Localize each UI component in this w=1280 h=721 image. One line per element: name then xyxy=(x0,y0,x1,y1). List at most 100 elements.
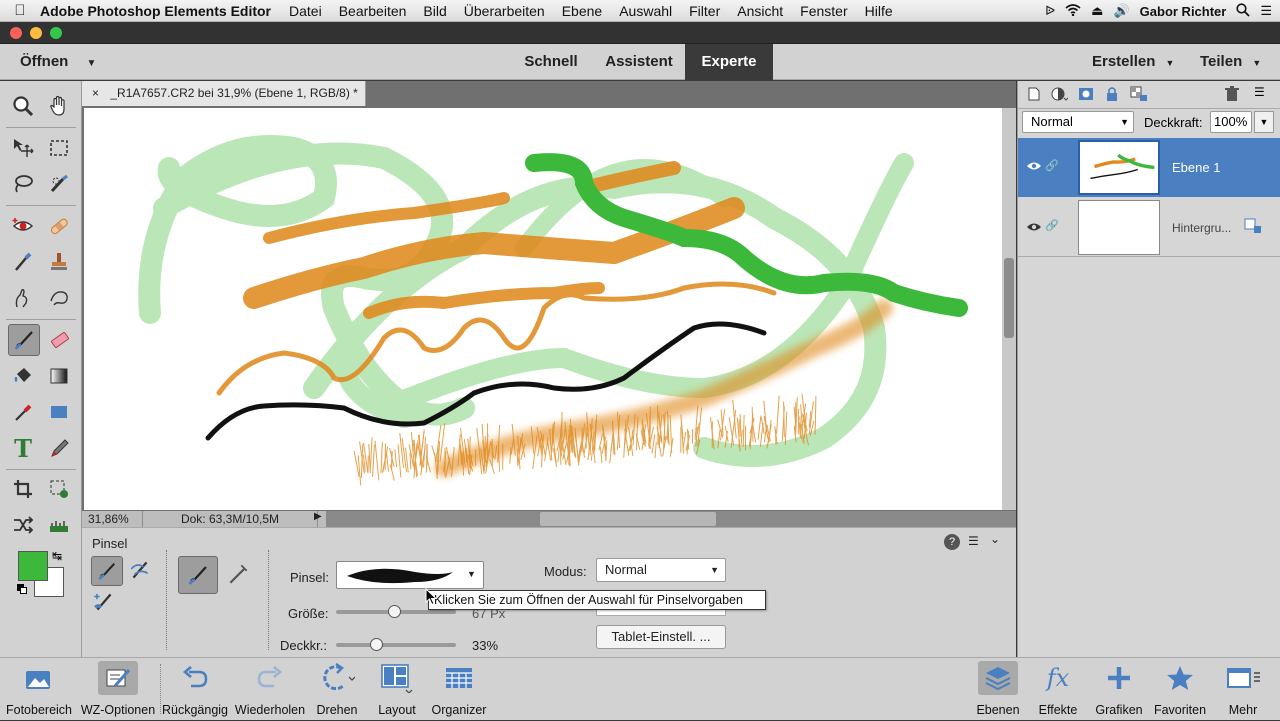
gradient-tool[interactable] xyxy=(44,361,74,391)
vertical-scrollbar[interactable] xyxy=(1002,108,1016,510)
pencil-tool[interactable] xyxy=(44,433,74,463)
app-name[interactable]: Adobe Photoshop Elements Editor xyxy=(40,3,271,19)
layer-row[interactable]: 🔗 Ebene 1 xyxy=(1018,138,1280,197)
tool-options-button[interactable]: WZ-Optionen xyxy=(78,658,158,721)
brush-tool-selected[interactable] xyxy=(8,324,40,356)
adjustment-layer-icon[interactable] xyxy=(1050,86,1068,107)
wifi-icon[interactable] xyxy=(1065,4,1081,19)
menu-bild[interactable]: Bild xyxy=(423,3,446,19)
layers-panel-button[interactable]: Ebenen xyxy=(974,658,1022,721)
chevron-down-icon[interactable]: ▼ xyxy=(1254,111,1274,133)
photo-bin-button[interactable]: Fotobereich xyxy=(0,658,78,721)
recompose-tool[interactable] xyxy=(44,474,74,504)
eject-icon[interactable]: ⏏ xyxy=(1091,3,1103,19)
brush-preset-picker[interactable]: ▼ xyxy=(336,561,484,589)
menu-datei[interactable]: Datei xyxy=(289,3,322,19)
crop-tool[interactable] xyxy=(8,474,38,504)
blur-tool[interactable] xyxy=(8,283,38,313)
user-name[interactable]: Gabor Richter xyxy=(1140,4,1227,19)
menu-filter[interactable]: Filter xyxy=(689,3,720,19)
open-button[interactable]: Öffnen ▼ xyxy=(20,44,96,80)
menu-bearbeiten[interactable]: Bearbeiten xyxy=(339,3,407,19)
image-canvas[interactable] xyxy=(84,108,1002,510)
default-colors-icon[interactable] xyxy=(17,584,27,594)
more-button[interactable]: Mehr xyxy=(1216,658,1270,721)
shape-tool[interactable] xyxy=(44,397,74,427)
horizontal-scrollbar[interactable] xyxy=(326,511,1016,527)
sponge-tool[interactable] xyxy=(44,283,74,313)
brush-mode-button[interactable] xyxy=(178,556,218,594)
scrollbar-thumb[interactable] xyxy=(1004,258,1014,338)
redo-button[interactable]: Wiederholen xyxy=(232,658,308,721)
opacity-value[interactable]: 33% xyxy=(472,638,498,653)
hand-tool[interactable] xyxy=(44,91,74,121)
bluetooth-icon[interactable]: ᐉ xyxy=(1045,3,1055,19)
effects-button[interactable]: fx Effekte xyxy=(1034,658,1082,721)
swap-colors-icon[interactable]: ↹ xyxy=(52,549,62,563)
new-layer-icon[interactable] xyxy=(1026,86,1042,107)
status-menu-arrow-icon[interactable]: ▶ xyxy=(314,511,322,522)
trash-icon[interactable] xyxy=(1224,86,1240,107)
link-icon[interactable]: 🔗 xyxy=(1045,219,1059,232)
opacity-slider-thumb[interactable] xyxy=(370,638,383,651)
panel-menu-icon[interactable]: ☰ xyxy=(1254,85,1265,99)
foreground-color-swatch[interactable] xyxy=(18,551,48,581)
tab-experte[interactable]: Experte xyxy=(685,44,773,80)
straighten-tool[interactable] xyxy=(44,510,74,540)
size-slider[interactable] xyxy=(336,610,456,614)
impressionist-brush-button[interactable] xyxy=(128,558,152,585)
smart-brush-tool[interactable] xyxy=(8,247,38,277)
layer-name[interactable]: Hintergru... xyxy=(1172,221,1231,235)
red-eye-tool[interactable] xyxy=(8,211,38,241)
rectangular-marquee-tool[interactable] xyxy=(44,133,74,163)
size-slider-thumb[interactable] xyxy=(388,605,401,618)
color-replacement-brush-button[interactable] xyxy=(92,590,116,617)
apple-icon[interactable]:  xyxy=(0,2,40,19)
menu-ansicht[interactable]: Ansicht xyxy=(737,3,783,19)
menu-ueberarbeiten[interactable]: Überarbeiten xyxy=(464,3,545,19)
document-tab[interactable]: × _R1A7657.CR2 bei 31,9% (Ebene 1, RGB/8… xyxy=(82,81,366,106)
move-tool[interactable] xyxy=(8,133,38,163)
clone-stamp-tool[interactable] xyxy=(44,247,74,277)
opacity-slider[interactable] xyxy=(336,643,456,647)
notification-center-icon[interactable]: ☰ xyxy=(1260,3,1272,19)
blend-mode-dropdown[interactable]: Normal ▼ xyxy=(596,558,726,582)
close-document-icon[interactable]: × xyxy=(92,86,99,100)
menu-auswahl[interactable]: Auswahl xyxy=(619,3,672,19)
eyedropper-tool[interactable] xyxy=(8,397,38,427)
layer-opacity-input[interactable]: 100% xyxy=(1210,111,1252,133)
layer-name[interactable]: Ebene 1 xyxy=(1172,160,1220,175)
lock-transparency-icon[interactable] xyxy=(1130,86,1148,107)
menu-ebene[interactable]: Ebene xyxy=(562,3,602,19)
type-tool[interactable]: T xyxy=(8,433,38,463)
panel-menu-icon[interactable]: ☰ xyxy=(968,534,979,548)
lasso-tool[interactable] xyxy=(8,169,38,199)
tab-schnell[interactable]: Schnell xyxy=(512,44,590,80)
eraser-tool[interactable] xyxy=(44,325,74,355)
spot-healing-tool[interactable] xyxy=(44,211,74,241)
quick-selection-tool[interactable] xyxy=(44,169,74,199)
collapse-panel-icon[interactable]: ⌄ xyxy=(990,532,1000,546)
zoom-tool[interactable] xyxy=(8,91,38,121)
undo-button[interactable]: Rückgängig xyxy=(160,658,230,721)
layer-row[interactable]: 🔗 Hintergru... xyxy=(1018,198,1280,257)
lock-icon[interactable] xyxy=(1104,86,1120,107)
graphics-button[interactable]: Grafiken xyxy=(1094,658,1144,721)
close-window-button[interactable] xyxy=(10,27,22,39)
airbrush-mode-button[interactable] xyxy=(226,562,250,589)
spotlight-search-icon[interactable] xyxy=(1236,3,1250,20)
help-icon[interactable]: ? xyxy=(944,534,960,550)
layer-mask-icon[interactable] xyxy=(1078,86,1094,107)
minimize-window-button[interactable] xyxy=(30,27,42,39)
tablet-settings-button[interactable]: Tablet-Einstell. ... xyxy=(596,625,726,649)
share-button[interactable]: Teilen ▼ xyxy=(1200,44,1261,80)
zoom-window-button[interactable] xyxy=(50,27,62,39)
horizontal-scrollbar-thumb[interactable] xyxy=(540,512,716,526)
create-button[interactable]: Erstellen ▼ xyxy=(1092,44,1174,80)
zoom-level[interactable]: 31,86% xyxy=(88,512,129,526)
visibility-eye-icon[interactable] xyxy=(1026,159,1042,177)
menu-fenster[interactable]: Fenster xyxy=(800,3,847,19)
layer-blend-mode-dropdown[interactable]: Normal ▼ xyxy=(1022,111,1134,133)
volume-icon[interactable]: 🔊 xyxy=(1113,3,1129,19)
organizer-button[interactable]: Organizer xyxy=(428,658,490,721)
